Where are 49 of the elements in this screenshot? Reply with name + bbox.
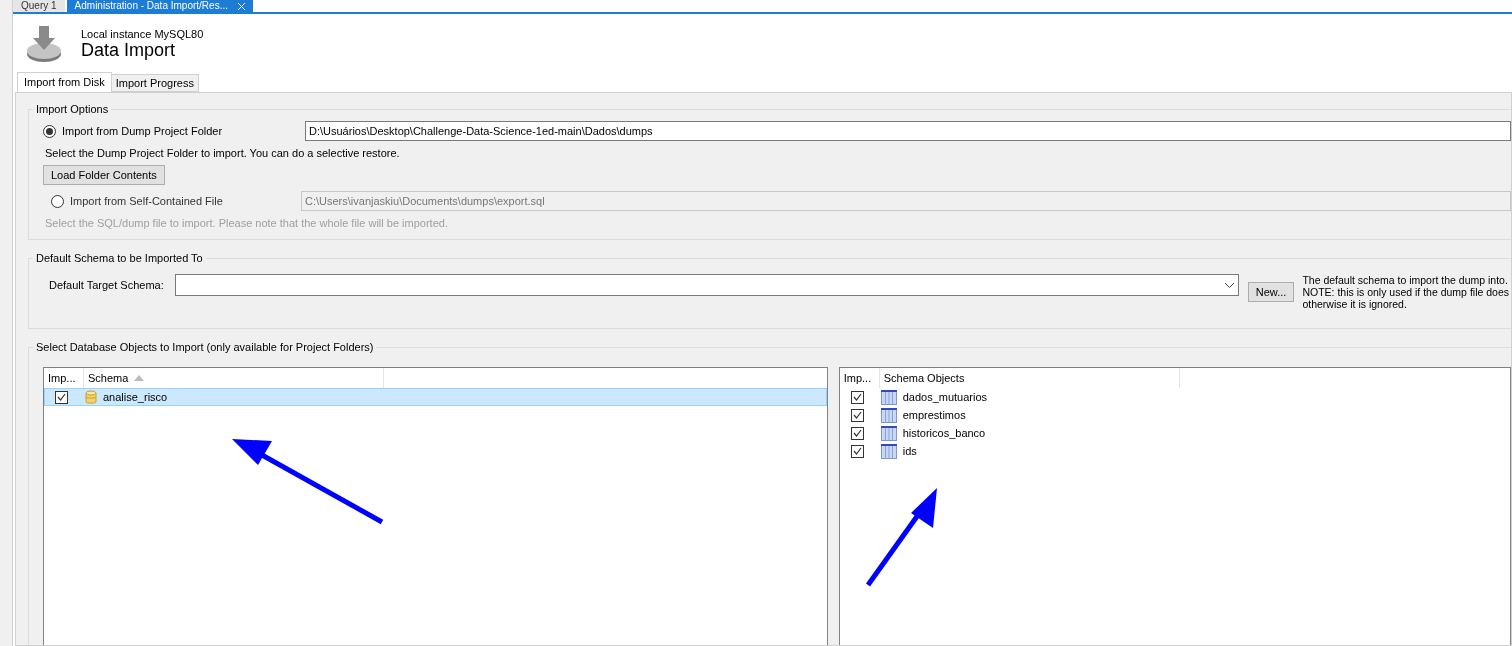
editor-tab[interactable]: Administration - Data Import/Res... — [66, 0, 253, 12]
page-title: Data Import — [81, 39, 176, 61]
instance-name: Local instance MySQL80 — [81, 27, 204, 40]
editor-tab[interactable]: Query 1 — [13, 0, 65, 12]
tab[interactable]: Import from Disk — [17, 72, 112, 92]
tree-row[interactable]: historicos_banco — [839, 424, 1510, 442]
tree-item-label: dados_mutuarios — [902, 391, 988, 403]
sort-arrow-icon — [134, 375, 145, 381]
note-text: The default schema to import the dump into. — [1302, 274, 1509, 286]
hint-text: Select the Dump Project Folder to import. You can do a selective restore. — [44, 147, 401, 159]
checkbox[interactable] — [55, 390, 68, 404]
note-text: NOTE: this is only used if the dump file does — [1302, 286, 1509, 298]
radio-option[interactable]: Import from Dump Project Folder — [43, 124, 305, 138]
note-text: otherwise it is ignored. — [1302, 298, 1408, 310]
radio-button[interactable] — [43, 124, 56, 138]
column-header[interactable]: Schema Objects — [879, 368, 1180, 388]
download-disk-icon — [25, 24, 63, 64]
path-field[interactable]: D:\Usuários\Desktop\Challenge-Data-Science-1ed-main\Dados\dumps — [305, 121, 1511, 141]
new-schema-button[interactable]: New... — [1247, 282, 1295, 302]
tab[interactable]: Import Progress — [110, 74, 199, 92]
table-icon — [880, 407, 897, 423]
load-folder-button[interactable]: Load Folder Contents — [43, 165, 165, 185]
group-title: Select Database Objects to Import (only available for Project Folders) — [35, 341, 375, 353]
hint-text: Select the SQL/dump file to import. Please note that the whole file will be imported. — [44, 217, 449, 229]
table-icon — [880, 425, 897, 441]
schema-dropdown[interactable] — [175, 274, 1239, 296]
tree-item-label: ids — [902, 445, 917, 457]
field-label: Default Target Schema: — [49, 278, 165, 291]
tree-item-label: emprestimos — [902, 409, 966, 421]
tab-label: Administration - Data Import/Res... — [74, 0, 228, 12]
tree-item-label: historicos_banco — [902, 427, 986, 439]
table-icon — [880, 443, 897, 459]
chevron-down-icon — [1224, 282, 1234, 288]
group-title: Import Options — [35, 103, 110, 115]
tree-row[interactable]: analise_risco — [44, 388, 827, 406]
close-icon[interactable] — [237, 2, 245, 10]
table-icon — [880, 389, 897, 405]
tree-row[interactable]: emprestimos — [839, 406, 1510, 424]
checkbox[interactable] — [850, 408, 864, 422]
group-title: Default Schema to be Imported To — [35, 252, 204, 264]
checkbox[interactable] — [850, 444, 864, 458]
tree-row[interactable]: ids — [839, 442, 1510, 460]
tree-item-label: analise_risco — [103, 391, 168, 403]
checkbox[interactable] — [850, 426, 864, 440]
column-header[interactable]: Imp... — [839, 368, 880, 388]
database-icon — [85, 389, 97, 405]
tree-row[interactable]: dados_mutuarios — [839, 388, 1510, 406]
checkbox[interactable] — [850, 390, 864, 404]
tab-label: Query 1 — [21, 0, 57, 12]
